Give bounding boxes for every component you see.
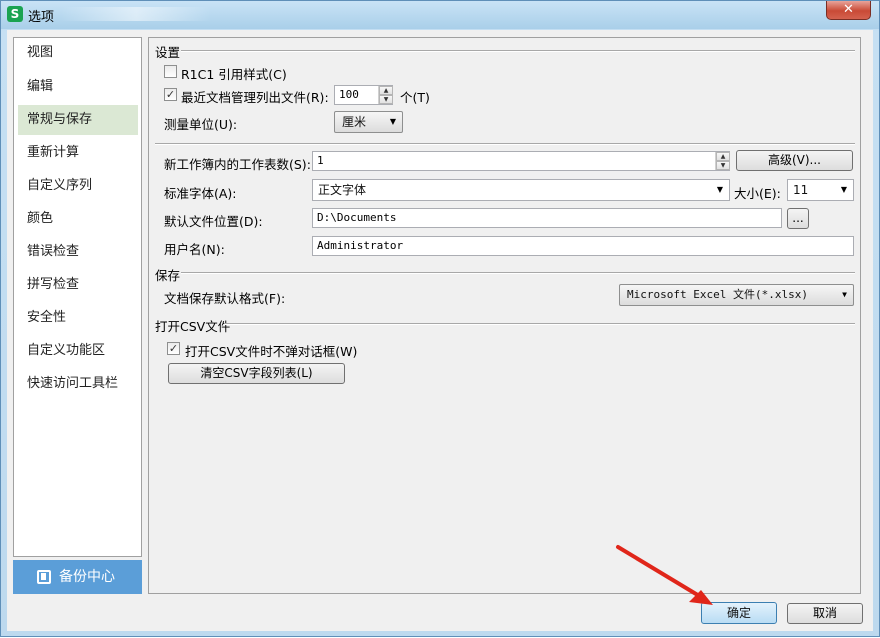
measure-unit-value: 厘米 <box>342 115 367 129</box>
recent-files-unit: 个(T) <box>400 90 430 105</box>
wps-spreadsheet-icon: S <box>7 6 23 22</box>
nav-item-security[interactable]: 安全性 <box>14 303 141 333</box>
sheets-count-value: 1 <box>317 154 324 167</box>
browse-button[interactable]: ... <box>787 208 809 229</box>
default-location-input[interactable]: D:\Documents <box>312 208 782 228</box>
sheets-count-input[interactable]: 1 <box>312 151 730 171</box>
font-size-value: 11 <box>793 183 809 197</box>
title-bar[interactable]: S 选项 ✕ <box>1 1 879 29</box>
recent-files-label: 最近文档管理列出文件(R): <box>181 90 329 105</box>
font-size-label: 大小(E): <box>734 186 781 201</box>
settings-divider <box>181 50 855 52</box>
save-format-value: Microsoft Excel 文件(*.xlsx) <box>627 288 808 301</box>
clear-csv-fields-button[interactable]: 清空CSV字段列表(L) <box>168 363 345 384</box>
stepper-up-icon[interactable]: ▲ <box>716 152 730 161</box>
default-location-label: 默认文件位置(D): <box>164 214 263 229</box>
chevron-down-icon: ▼ <box>389 117 396 126</box>
title-bar-glow <box>61 7 211 21</box>
nav-item-color[interactable]: 颜色 <box>14 204 141 234</box>
ok-button[interactable]: 确定 <box>701 602 777 624</box>
backup-center-label: 备份中心 <box>59 569 115 585</box>
r1c1-label: R1C1 引用样式(C) <box>181 67 287 82</box>
save-divider <box>181 272 855 274</box>
csv-section-title: 打开CSV文件 <box>155 319 231 334</box>
dialog-body: 视图 编辑 常规与保存 重新计算 自定义序列 颜色 错误检查 拼写检查 安全性 … <box>7 30 873 631</box>
chevron-down-icon: ▼ <box>840 185 847 194</box>
window-title: 选项 <box>28 10 55 25</box>
standard-font-select[interactable]: 正文字体 ▼ <box>312 179 730 201</box>
sheets-count-label: 新工作簿内的工作表数(S): <box>164 157 311 172</box>
recent-files-stepper[interactable]: ▲ ▼ <box>378 86 393 104</box>
settings-section-title: 设置 <box>155 45 181 60</box>
close-button[interactable]: ✕ <box>826 1 871 20</box>
settings-sub-divider <box>155 143 855 145</box>
default-location-value: D:\Documents <box>317 211 397 224</box>
csv-no-dialog-checkbox[interactable]: ✓ <box>167 342 180 355</box>
nav-item-general-save[interactable]: 常规与保存 <box>18 105 138 135</box>
backup-center-button[interactable]: 备份中心 <box>13 560 142 594</box>
stepper-down-icon[interactable]: ▼ <box>379 95 393 104</box>
csv-divider <box>224 323 855 325</box>
nav-item-edit[interactable]: 编辑 <box>14 72 141 102</box>
measure-unit-select[interactable]: 厘米 ▼ <box>334 111 403 133</box>
nav-item-view[interactable]: 视图 <box>14 38 141 68</box>
category-list: 视图 编辑 常规与保存 重新计算 自定义序列 颜色 错误检查 拼写检查 安全性 … <box>13 37 142 557</box>
nav-item-customize-ribbon[interactable]: 自定义功能区 <box>14 336 141 366</box>
backup-icon <box>37 570 51 584</box>
recent-files-count-value: 100 <box>339 88 359 101</box>
recent-files-checkbox[interactable]: ✓ <box>164 88 177 101</box>
username-input[interactable]: Administrator <box>312 236 854 256</box>
chevron-down-icon: ▼ <box>842 290 847 299</box>
csv-no-dialog-label: 打开CSV文件时不弹对话框(W) <box>185 344 358 359</box>
save-format-label: 文档保存默认格式(F): <box>164 291 286 306</box>
measure-unit-label: 测量单位(U): <box>164 117 238 132</box>
cancel-button[interactable]: 取消 <box>787 603 863 624</box>
advanced-button[interactable]: 高级(V)... <box>736 150 853 171</box>
sheets-count-stepper[interactable]: ▲ ▼ <box>715 152 730 170</box>
standard-font-value: 正文字体 <box>318 183 367 197</box>
stepper-down-icon[interactable]: ▼ <box>716 161 730 170</box>
stepper-up-icon[interactable]: ▲ <box>379 86 393 95</box>
nav-item-quick-access-toolbar[interactable]: 快速访问工具栏 <box>14 369 141 399</box>
save-format-select[interactable]: Microsoft Excel 文件(*.xlsx) ▼ <box>619 284 854 306</box>
nav-item-recalculate[interactable]: 重新计算 <box>14 138 141 168</box>
username-label: 用户名(N): <box>164 242 225 257</box>
settings-panel: 设置 R1C1 引用样式(C) ✓ 最近文档管理列出文件(R): 100 ▲ ▼… <box>148 37 861 594</box>
font-size-select[interactable]: 11 ▼ <box>787 179 854 201</box>
save-section-title: 保存 <box>155 268 181 283</box>
username-value: Administrator <box>317 239 404 252</box>
chevron-down-icon: ▼ <box>716 185 723 194</box>
options-dialog: S 选项 ✕ 视图 编辑 常规与保存 重新计算 自定义序列 颜色 错误检查 拼写… <box>0 0 880 637</box>
r1c1-checkbox[interactable] <box>164 65 177 78</box>
nav-item-spell-check[interactable]: 拼写检查 <box>14 270 141 300</box>
nav-item-custom-lists[interactable]: 自定义序列 <box>14 171 141 201</box>
standard-font-label: 标准字体(A): <box>164 186 237 201</box>
nav-item-error-checking[interactable]: 错误检查 <box>14 237 141 267</box>
